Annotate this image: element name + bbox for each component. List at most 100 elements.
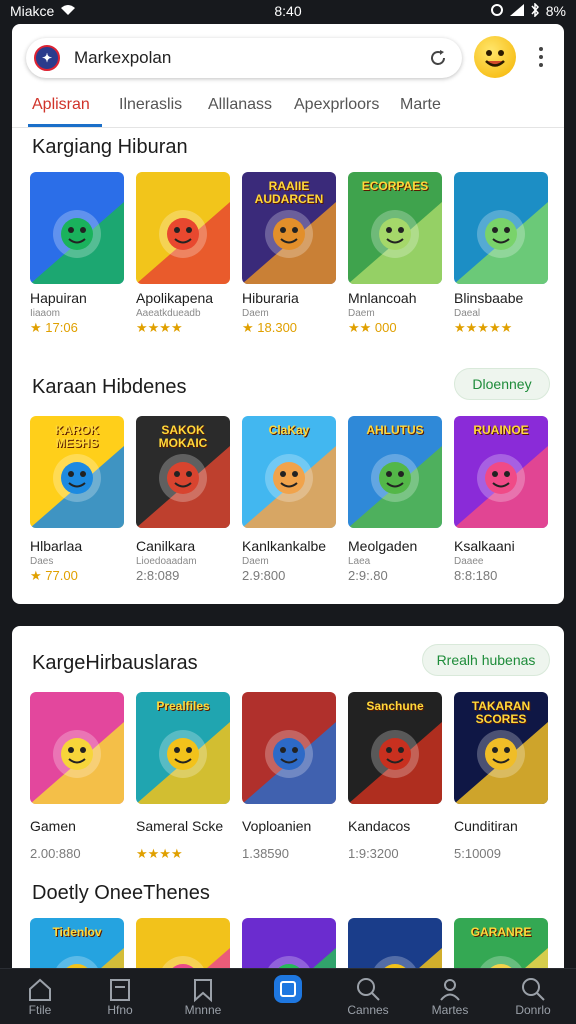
app-name[interactable]: Meolgaden — [348, 538, 417, 554]
clock: 8:40 — [274, 3, 302, 19]
tile-title-art: Prealfiles — [156, 699, 210, 713]
app-name[interactable]: Canilkara — [136, 538, 195, 554]
app-developer: Iiaaom — [30, 308, 61, 319]
tile-title-art: GARANRE — [470, 925, 532, 939]
app-logo-icon: ✦ — [34, 45, 60, 71]
nav-label: Martes — [431, 1003, 469, 1017]
app-icon-tile[interactable]: AHLUTUS — [348, 416, 442, 528]
app-developer: Laea — [348, 556, 371, 567]
app-name[interactable]: Sameral Scke — [136, 818, 223, 834]
nav-item[interactable] — [258, 975, 318, 1003]
refresh-icon[interactable] — [426, 46, 450, 70]
bottom-navigation: Ftile Hfno Mnnne Cannes Martes Donrlo — [0, 968, 576, 1024]
app-developer: Daem — [242, 556, 269, 567]
app-icon-tile[interactable]: TAKARAN SCORES — [454, 692, 548, 804]
app-rating: 2.9:800 — [242, 568, 286, 583]
app-rating: ★★★★★ — [454, 320, 513, 335]
app-rating: ★★★★ — [136, 320, 183, 335]
app-rating: 2:9:.80 — [348, 568, 388, 583]
app-icon-tile[interactable] — [454, 172, 548, 284]
section-action-button[interactable]: Dloenney — [454, 368, 550, 400]
nav-item[interactable]: Hfno — [90, 975, 150, 1017]
tab-alllanass[interactable]: Alllanass — [208, 96, 272, 114]
nav-label: Ftile — [28, 1003, 52, 1017]
app-developer: Aaeatkdueadb — [136, 308, 201, 319]
app-icon-tile[interactable] — [136, 172, 230, 284]
nav-item[interactable]: Mnnne — [173, 975, 233, 1017]
carrier-label: Miakce — [10, 3, 55, 19]
search-bar[interactable]: ✦ Markexpolan — [26, 38, 462, 78]
section-title: KargeHirbauslaras — [32, 652, 198, 674]
app-rating: 2:8:089 — [136, 568, 180, 583]
tile-title-art: AHLUTUS — [366, 423, 424, 437]
wifi-icon — [60, 3, 76, 19]
app-developer: Daeal — [454, 308, 481, 319]
nav-item[interactable]: Martes — [420, 975, 480, 1017]
active-tab-indicator — [28, 124, 102, 127]
app-developer: Daem — [242, 308, 269, 319]
tile-title-art: ECORPAES — [361, 179, 429, 193]
more-options-icon[interactable] — [532, 40, 550, 74]
tile-title-art: RAAIIE AUDARCEN — [254, 179, 324, 206]
app-name[interactable]: Blinsbaabe — [454, 290, 523, 306]
app-icon-tile[interactable]: Prealfiles — [136, 692, 230, 804]
app-name[interactable]: Hlbarlaa — [30, 538, 82, 554]
section-title: Karaan Hibdenes — [32, 376, 187, 398]
profile-avatar-icon[interactable] — [474, 36, 516, 78]
app-icon-tile[interactable] — [242, 692, 336, 804]
nav-item[interactable]: Ftile — [10, 975, 70, 1017]
app-name[interactable]: Kandacos — [348, 818, 410, 834]
tile-title-art: KAROK MESHS — [55, 423, 99, 450]
app-name[interactable]: Apolikapena — [136, 290, 213, 306]
app-name[interactable]: Gamen — [30, 818, 76, 834]
app-name[interactable]: Hiburaria — [242, 290, 299, 306]
home-icon — [26, 975, 54, 1003]
nav-label: Cannes — [347, 1003, 389, 1017]
nav-label: Hfno — [107, 1003, 133, 1017]
section-action-button[interactable]: Rrealh hubenas — [422, 644, 550, 676]
app-rating: 2.00:880 — [30, 846, 81, 861]
tile-title-art: Tidenlov — [52, 925, 102, 939]
app-rating: ★ 17:06 — [30, 320, 78, 335]
app-name[interactable]: Kanlkankalbe — [242, 538, 326, 554]
battery-label: 8% — [545, 3, 566, 19]
search-icon — [519, 975, 547, 1003]
search-input[interactable]: Markexpolan — [74, 48, 426, 68]
app-name[interactable]: Ksalkaani — [454, 538, 515, 554]
app-rating: ★ 18.300 — [242, 320, 298, 335]
tile-title-art: RUAINOE — [473, 423, 529, 437]
app-icon-tile[interactable]: ClaKay — [242, 416, 336, 528]
signal-icon — [509, 3, 524, 19]
nav-item[interactable]: Donrlo — [503, 975, 563, 1017]
app-developer: Lioedoaadam — [136, 556, 197, 567]
app-icon-tile[interactable]: Sanchune — [348, 692, 442, 804]
app-rating: 8:8:180 — [454, 568, 498, 583]
status-bar: Miakce 8:40 8% — [0, 0, 576, 22]
bookmark-icon — [189, 975, 217, 1003]
app-icon-tile[interactable]: ECORPAES — [348, 172, 442, 284]
app-developer: Daes — [30, 556, 54, 567]
sync-icon — [490, 3, 504, 20]
app-icon-tile[interactable]: RUAINOE — [454, 416, 548, 528]
app-icon-tile[interactable]: RAAIIE AUDARCEN — [242, 172, 336, 284]
tab-ilneraslis[interactable]: Ilneraslis — [119, 96, 182, 114]
app-name[interactable]: Cunditiran — [454, 818, 518, 834]
tab-apexprloors[interactable]: Apexprloors — [294, 96, 379, 114]
tile-title-art: SAKOK MOKAIC — [158, 423, 208, 450]
tab-marte[interactable]: Marte — [400, 96, 441, 114]
tile-title-art: ClaKay — [268, 423, 310, 437]
app-icon-tile[interactable] — [30, 172, 124, 284]
app-name[interactable]: Hapuiran — [30, 290, 87, 306]
app-name[interactable]: Voploanien — [242, 818, 311, 834]
app-name[interactable]: Mnlancoah — [348, 290, 417, 306]
nav-label: Mnnne — [184, 1003, 222, 1017]
app-rating: 1:9:3200 — [348, 846, 399, 861]
section-title: Kargiang Hiburan — [32, 136, 188, 158]
app-icon-tile[interactable]: SAKOK MOKAIC — [136, 416, 230, 528]
nav-item[interactable]: Cannes — [338, 975, 398, 1017]
app-icon-tile[interactable]: KAROK MESHS — [30, 416, 124, 528]
bluetooth-icon — [530, 1, 540, 20]
app-icon-tile[interactable] — [30, 692, 124, 804]
category-tabs: Aplisran Ilneraslis Alllanass Apexprloor… — [12, 90, 564, 128]
tab-aplisran[interactable]: Aplisran — [32, 96, 90, 114]
